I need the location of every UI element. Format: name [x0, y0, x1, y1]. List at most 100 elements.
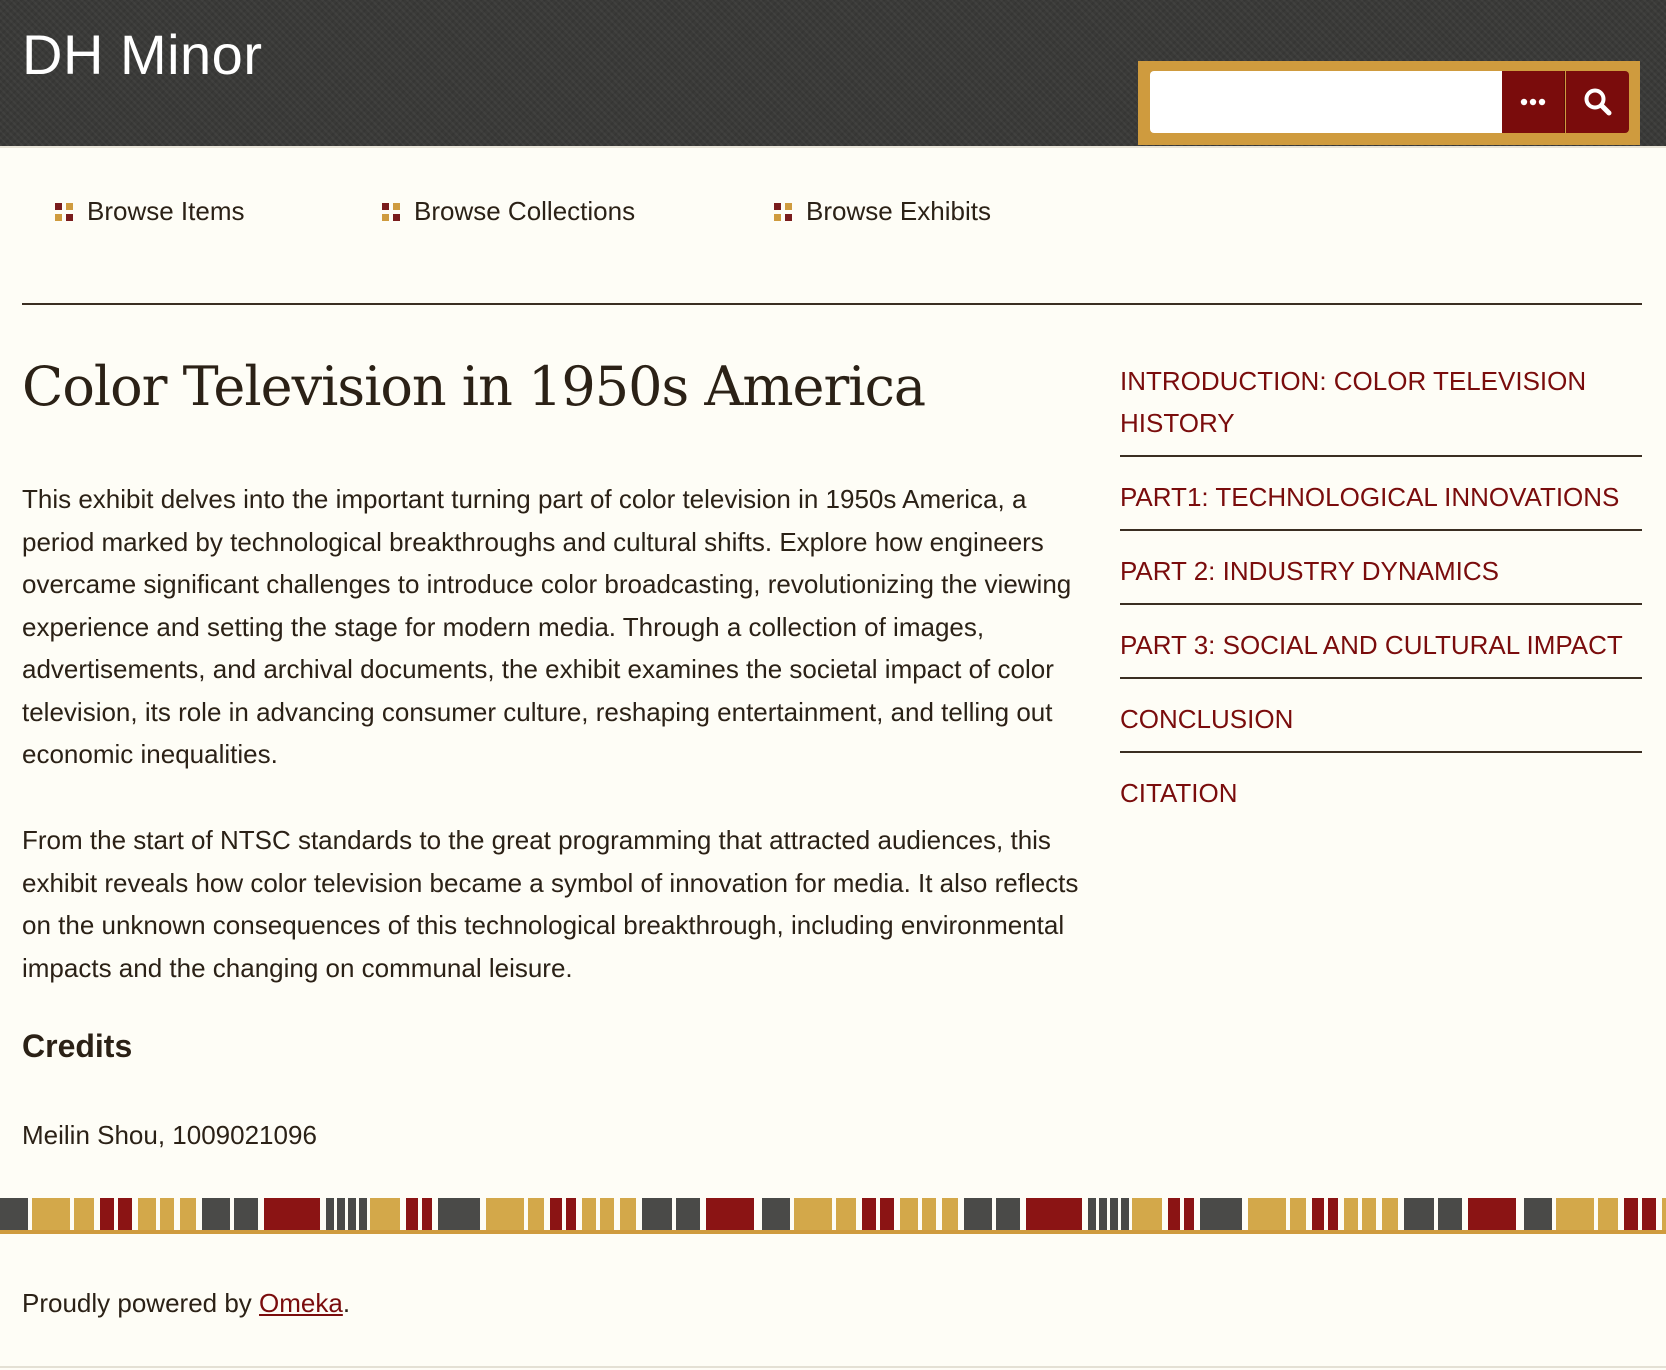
stripe-segment — [406, 1198, 418, 1230]
stripe-segment — [642, 1198, 672, 1230]
footer-suffix: . — [342, 1288, 351, 1318]
search-options-button[interactable] — [1502, 71, 1565, 133]
stripe-segment — [234, 1198, 258, 1230]
search-submit-button[interactable] — [1566, 71, 1629, 133]
stripe-segment — [1110, 1198, 1118, 1230]
stripe-segment — [1598, 1198, 1618, 1230]
toc-item-part3[interactable]: PART 3: SOCIAL AND CULTURAL IMPACT — [1120, 624, 1642, 679]
nav-item-label: Browse Collections — [414, 196, 636, 226]
main-navigation: Browse Items Browse Collections Browse E… — [0, 196, 1666, 246]
stripe-segment — [486, 1198, 524, 1230]
stripe-segment — [706, 1198, 754, 1230]
stripe-segment — [0, 1198, 28, 1230]
omeka-link[interactable]: Omeka — [259, 1288, 343, 1318]
toc-item-part1[interactable]: PART1: TECHNOLOGICAL INNOVATIONS — [1120, 476, 1642, 531]
stripe-segment — [1468, 1198, 1516, 1230]
stripe-segment — [1662, 1198, 1666, 1230]
stripe-segment — [180, 1198, 196, 1230]
page-title: Color Television in 1950s America — [22, 355, 926, 418]
nav-browse-collections[interactable]: Browse Collections — [382, 196, 635, 227]
stripe-segment — [1404, 1198, 1434, 1230]
search-form — [1138, 61, 1640, 145]
stripe-segment — [1438, 1198, 1462, 1230]
decorative-stripe-base — [0, 1230, 1666, 1234]
stripe-segment — [566, 1198, 576, 1230]
footer-divider — [0, 1366, 1666, 1368]
nav-item-label: Browse Exhibits — [806, 196, 991, 226]
stripe-segment — [1088, 1198, 1096, 1230]
stripe-segment — [348, 1198, 356, 1230]
stripe-segment — [1362, 1198, 1376, 1230]
stripe-segment — [337, 1198, 345, 1230]
stripe-segment — [1516, 1198, 1524, 1230]
stripe-segment — [118, 1198, 132, 1230]
toc-item-conclusion[interactable]: CONCLUSION — [1120, 698, 1642, 753]
stripe-segment — [359, 1198, 367, 1230]
nav-browse-items[interactable]: Browse Items — [55, 196, 245, 227]
stripe-segment — [1121, 1198, 1129, 1230]
search-input[interactable] — [1150, 71, 1502, 133]
nav-browse-exhibits[interactable]: Browse Exhibits — [774, 196, 991, 227]
stripe-segment — [836, 1198, 856, 1230]
site-header: DH Minor — [0, 0, 1666, 148]
stripe-segment — [138, 1198, 156, 1230]
stripe-segment — [438, 1198, 480, 1230]
decorative-stripe — [0, 1198, 1666, 1234]
stripe-segment — [754, 1198, 762, 1230]
stripe-segment — [370, 1198, 400, 1230]
stripe-segment — [762, 1198, 790, 1230]
stripe-segment — [326, 1198, 334, 1230]
stripe-segment — [862, 1198, 876, 1230]
toc-item-part2[interactable]: PART 2: INDUSTRY DYNAMICS — [1120, 550, 1642, 605]
toc-item-introduction[interactable]: INTRODUCTION: COLOR TELEVISION HISTORY — [1120, 360, 1642, 457]
stripe-segment — [1132, 1198, 1162, 1230]
stripe-segment — [160, 1198, 174, 1230]
stripe-segment — [880, 1198, 894, 1230]
stripe-segment — [32, 1198, 70, 1230]
credits-heading: Credits — [22, 1028, 133, 1064]
stripe-segment — [74, 1198, 94, 1230]
stripe-segment — [264, 1198, 320, 1230]
nav-item-label: Browse Items — [87, 196, 245, 226]
stripe-segment — [1026, 1198, 1082, 1230]
stripe-segment — [1248, 1198, 1286, 1230]
stripe-segment — [1556, 1198, 1594, 1230]
nav-bullet-icon — [55, 202, 73, 221]
nav-bullet-icon — [774, 202, 792, 221]
stripe-segment — [100, 1198, 114, 1230]
stripe-segment — [942, 1198, 958, 1230]
search-icon — [1584, 88, 1611, 116]
exhibit-page-navigation: INTRODUCTION: COLOR TELEVISION HISTORY P… — [1120, 360, 1642, 844]
stripe-segment — [922, 1198, 936, 1230]
stripe-segment — [1344, 1198, 1358, 1230]
stripe-segment — [794, 1198, 832, 1230]
stripe-segment — [964, 1198, 992, 1230]
stripe-segment — [1382, 1198, 1398, 1230]
stripe-segment — [996, 1198, 1020, 1230]
stripe-segment — [1312, 1198, 1324, 1230]
stripe-segment — [1524, 1198, 1552, 1230]
stripe-segment — [1624, 1198, 1638, 1230]
ellipsis-icon — [1520, 98, 1546, 106]
credits-text: Meilin Shou, 1009021096 — [22, 1120, 317, 1150]
stripe-segment — [620, 1198, 636, 1230]
stripe-segment — [1184, 1198, 1194, 1230]
footer-credit: Proudly powered by Omeka. — [22, 1288, 350, 1319]
stripe-segment — [600, 1198, 614, 1230]
stripe-segment — [676, 1198, 700, 1230]
footer-prefix: Proudly powered by — [22, 1288, 260, 1318]
stripe-segment — [1642, 1198, 1656, 1230]
stripe-segment — [1290, 1198, 1306, 1230]
stripe-segment — [422, 1198, 432, 1230]
stripe-segment — [582, 1198, 596, 1230]
stripe-segment — [202, 1198, 230, 1230]
stripe-segment — [1099, 1198, 1107, 1230]
toc-item-citation[interactable]: CITATION — [1120, 772, 1642, 825]
stripe-segment — [1200, 1198, 1242, 1230]
stripe-segment — [1168, 1198, 1180, 1230]
nav-bullet-icon — [382, 202, 400, 221]
stripe-segment — [550, 1198, 562, 1230]
site-title-link[interactable]: DH Minor — [22, 22, 262, 87]
exhibit-description: This exhibit delves into the important t… — [22, 484, 1072, 769]
stripe-segment — [528, 1198, 544, 1230]
